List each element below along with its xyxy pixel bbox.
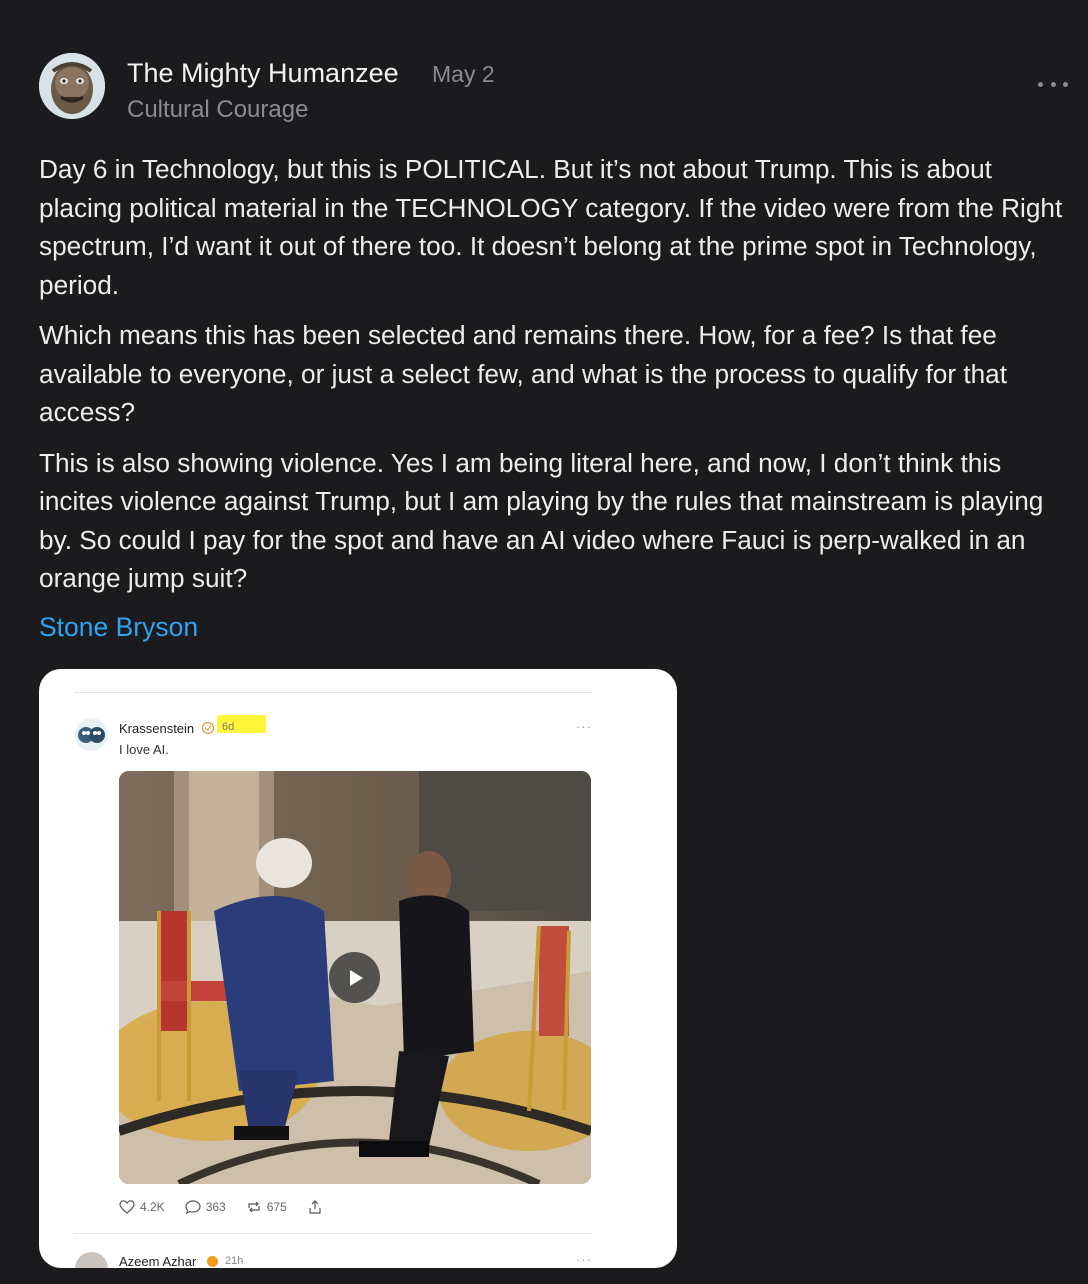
tweet-video	[119, 771, 591, 1184]
tweet-age: 6d	[217, 715, 266, 733]
author-avatar[interactable]	[39, 53, 105, 119]
heart-icon	[119, 1200, 135, 1214]
repost-icon	[248, 1201, 260, 1213]
publication-name[interactable]: Cultural Courage	[127, 96, 308, 124]
author-name[interactable]: The Mighty Humanzee	[127, 58, 399, 89]
like-count: 4.2K	[140, 1200, 165, 1214]
share-icon	[309, 1200, 321, 1214]
more-options-icon[interactable]	[1038, 74, 1068, 94]
repost-action: 675	[246, 1199, 287, 1215]
reply-count: 363	[205, 1200, 226, 1214]
verified-icon	[207, 1256, 218, 1267]
author-avatar-image	[39, 53, 105, 119]
tweet-author-avatar	[75, 718, 108, 751]
divider	[74, 1233, 592, 1234]
dot	[1063, 81, 1068, 87]
next-tweet-author: Azeem Azhar	[119, 1254, 197, 1268]
next-tweet-more-icon: ···	[576, 1252, 592, 1267]
dot	[1038, 81, 1043, 87]
next-tweet-avatar	[75, 1252, 108, 1268]
reply-action: 363	[185, 1199, 226, 1215]
post-body: Day 6 in Technology, but this is POLITIC…	[39, 150, 1079, 610]
share-action	[307, 1199, 323, 1215]
like-action: 4.2K	[119, 1199, 165, 1215]
dot	[1050, 81, 1056, 87]
play-icon	[329, 952, 380, 1003]
tweet-author-name: Krassenstein	[119, 721, 195, 736]
post-paragraph: This is also showing violence. Yes I am …	[39, 447, 1044, 594]
post: The Mighty Humanzee May 2 Cultural Coura…	[0, 0, 1088, 1284]
post-date: May 2	[432, 61, 495, 87]
comment-icon	[185, 1200, 201, 1215]
tweet-text: I love AI.	[119, 742, 169, 757]
divider	[74, 692, 592, 693]
mention-link[interactable]: Stone Bryson	[39, 612, 198, 643]
tweet-more-icon: ···	[576, 719, 592, 734]
verified-icon	[202, 722, 214, 734]
tweet-actions: 4.2K 363 675	[119, 1198, 323, 1216]
repost-count: 675	[266, 1200, 287, 1214]
embedded-screenshot[interactable]: Krassenstein 6d ··· I love AI. 4.2K 363 …	[39, 669, 677, 1268]
post-paragraph: Day 6 in Technology, but this is POLITIC…	[39, 154, 1063, 300]
post-paragraph: Which means this has been selected and r…	[39, 320, 1008, 427]
next-tweet-age: 21h	[225, 1255, 244, 1267]
